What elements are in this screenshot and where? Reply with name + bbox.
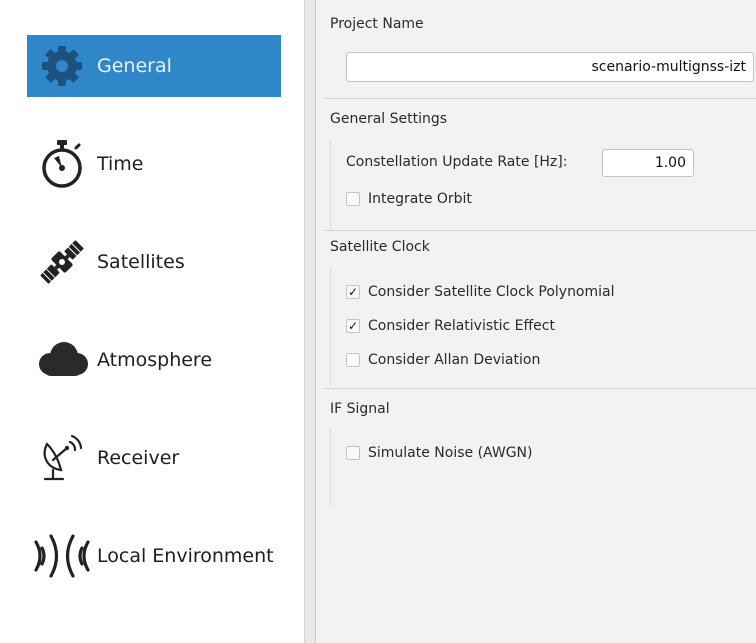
sidebar-item-local-environment[interactable]: Local Environment bbox=[27, 525, 281, 587]
group-border bbox=[330, 266, 331, 386]
project-name-input[interactable]: scenario-multignss-izt bbox=[346, 52, 754, 82]
section-divider bbox=[324, 230, 756, 231]
panel-splitter[interactable] bbox=[304, 0, 316, 643]
sidebar-item-general[interactable]: General bbox=[27, 35, 281, 97]
clock-polynomial-label: Consider Satellite Clock Polynomial bbox=[368, 284, 615, 300]
sidebar-item-satellites[interactable]: Satellites bbox=[27, 231, 281, 293]
gear-icon bbox=[27, 35, 97, 97]
satellite-clock-title: Satellite Clock bbox=[330, 239, 430, 255]
sidebar-item-label: Time bbox=[97, 153, 144, 175]
general-settings-title: General Settings bbox=[330, 111, 448, 127]
sidebar-item-label: Atmosphere bbox=[97, 349, 213, 371]
relativistic-effect-checkbox[interactable]: ✓ Consider Relativistic Effect bbox=[346, 316, 555, 336]
sidebar-item-label: Local Environment bbox=[97, 545, 274, 567]
simulate-noise-label: Simulate Noise (AWGN) bbox=[368, 445, 533, 461]
integrate-orbit-label: Integrate Orbit bbox=[368, 191, 472, 207]
satellite-dish-icon bbox=[27, 427, 97, 489]
section-divider bbox=[324, 98, 756, 99]
sidebar-item-label: Receiver bbox=[97, 447, 180, 469]
stopwatch-icon bbox=[27, 133, 97, 195]
sidebar: General Time Satellites Atmosphere Recei… bbox=[0, 0, 304, 643]
group-border bbox=[330, 428, 331, 506]
project-name-title: Project Name bbox=[330, 16, 424, 32]
signal-waves-icon bbox=[27, 525, 97, 587]
checkbox-box[interactable]: ✓ bbox=[346, 285, 360, 299]
if-signal-title: IF Signal bbox=[330, 401, 390, 417]
checkbox-box[interactable] bbox=[346, 192, 360, 206]
sidebar-item-label: Satellites bbox=[97, 251, 185, 273]
allan-deviation-label: Consider Allan Deviation bbox=[368, 352, 541, 368]
relativistic-effect-label: Consider Relativistic Effect bbox=[368, 318, 555, 334]
sidebar-item-atmosphere[interactable]: Atmosphere bbox=[27, 329, 281, 391]
clock-polynomial-checkbox[interactable]: ✓ Consider Satellite Clock Polynomial bbox=[346, 282, 615, 302]
update-rate-input[interactable]: 1.00 bbox=[602, 149, 694, 177]
integrate-orbit-checkbox[interactable]: Integrate Orbit bbox=[346, 189, 472, 209]
sidebar-item-receiver[interactable]: Receiver bbox=[27, 427, 281, 489]
checkbox-box[interactable]: ✓ bbox=[346, 319, 360, 333]
group-border bbox=[330, 140, 331, 230]
sidebar-item-time[interactable]: Time bbox=[27, 133, 281, 195]
checkbox-box[interactable] bbox=[346, 353, 360, 367]
satellite-icon bbox=[27, 231, 97, 293]
sidebar-item-label: General bbox=[97, 55, 172, 77]
update-rate-label: Constellation Update Rate [Hz]: bbox=[346, 154, 568, 170]
settings-panel: Project Name scenario-multignss-izt Gene… bbox=[316, 0, 756, 643]
cloud-icon bbox=[27, 329, 97, 391]
simulate-noise-checkbox[interactable]: Simulate Noise (AWGN) bbox=[346, 443, 533, 463]
checkbox-box[interactable] bbox=[346, 446, 360, 460]
section-divider bbox=[324, 388, 756, 389]
allan-deviation-checkbox[interactable]: Consider Allan Deviation bbox=[346, 350, 540, 370]
